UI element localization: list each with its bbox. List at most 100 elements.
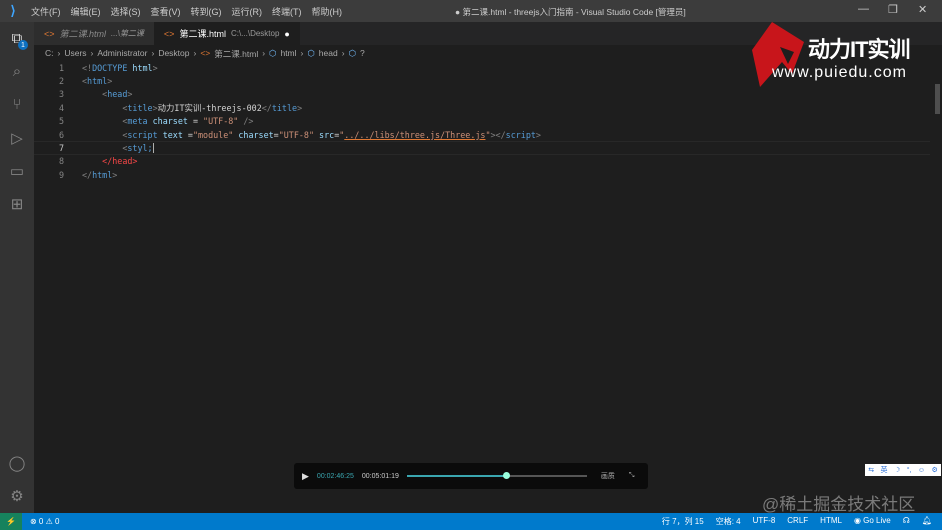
- juejin-watermark: @稀土掘金技术社区: [762, 495, 916, 514]
- window-title: ● 第二课.html - threejs入门指南 - Visual Studio…: [455, 7, 686, 17]
- code-line-current: 7 <styl;: [34, 141, 930, 155]
- progress-fill: [406, 475, 506, 477]
- script-src-link[interactable]: ../../libs/three.js/Three.js: [344, 130, 485, 140]
- html-file-icon: <>: [163, 28, 175, 39]
- progress-knob[interactable]: [502, 472, 510, 479]
- tab-desc: C:\...\Desktop: [230, 29, 280, 38]
- remote-explorer-icon[interactable]: ▭: [0, 154, 34, 187]
- problems-count[interactable]: ⊗ 0 ⚠ 0: [30, 517, 59, 526]
- go-live-button[interactable]: ◉ Go Live: [854, 516, 891, 527]
- element-icon: ⬡: [307, 48, 315, 58]
- tab-lesson2-folder[interactable]: <> 第二课.html ...\第二课: [34, 22, 154, 45]
- breadcrumb-item[interactable]: Administrator: [97, 48, 147, 60]
- menu-run[interactable]: 运行(R): [227, 5, 268, 18]
- breadcrumb-item[interactable]: C:: [45, 48, 54, 60]
- breadcrumb-item[interactable]: 第二课.html: [214, 48, 258, 60]
- minimize-button[interactable]: —: [858, 3, 869, 15]
- code-line: 5 <meta charset = "UTF-8" />: [34, 115, 930, 128]
- line-number: 9: [58, 169, 64, 180]
- broadcast-icon: ◉: [853, 516, 864, 525]
- script-type-value: "module": [192, 129, 234, 140]
- language-mode[interactable]: HTML: [820, 516, 842, 527]
- remote-icon[interactable]: ⚡: [0, 513, 22, 530]
- tab-label: 第二课.html: [179, 29, 226, 39]
- ime-settings-icon[interactable]: ⚙: [931, 466, 937, 474]
- menu-file[interactable]: 文件(F): [26, 5, 66, 18]
- line-number: 4: [58, 102, 64, 113]
- ime-punct-icon[interactable]: °,: [907, 467, 912, 474]
- tab-desc: ...\第二课: [111, 29, 144, 38]
- ime-toolbar: ⇆ 英 ☽ °, ☺ ⚙: [865, 464, 941, 476]
- indentation[interactable]: 空格: 4: [716, 516, 741, 527]
- play-icon[interactable]: ▶: [302, 471, 309, 482]
- line-number: 1: [58, 62, 64, 73]
- doctype-keyword: DOCTYPE: [92, 62, 128, 73]
- ime-lang[interactable]: 英: [881, 465, 888, 475]
- unsaved-dot-icon[interactable]: ●: [284, 29, 289, 39]
- line-number: 5: [58, 116, 64, 127]
- tab-lesson2-desktop[interactable]: <> 第二课.html C:\...\Desktop ●: [153, 22, 300, 45]
- menu-help[interactable]: 帮助(H): [307, 5, 348, 18]
- total-time: 00:05:01:19: [361, 472, 399, 480]
- breadcrumb-item[interactable]: html: [280, 48, 296, 60]
- ime-user-icon[interactable]: ☺: [918, 467, 925, 474]
- progress-slider[interactable]: [406, 472, 587, 479]
- breadcrumb-item[interactable]: head: [319, 48, 338, 60]
- menu-view[interactable]: 查看(V): [146, 5, 186, 18]
- feedback-icon[interactable]: ☊: [903, 516, 910, 527]
- activity-bar: ⧉ 1 ⌕ ⑂ ▷ ▭ ⊞ ◯ ⚙: [0, 22, 34, 513]
- code-line: 8 </head>: [34, 155, 930, 168]
- current-time: 00:02:46:25: [316, 472, 354, 480]
- settings-gear-icon[interactable]: ⚙: [0, 479, 34, 512]
- quality-select[interactable]: 画质: [601, 471, 615, 481]
- close-button[interactable]: ✕: [918, 3, 927, 16]
- code-line: 6 <script text ="module" charset="UTF-8"…: [34, 128, 930, 141]
- ime-switch-icon[interactable]: ⇆: [868, 466, 874, 474]
- explorer-icon[interactable]: ⧉ 1: [0, 22, 34, 55]
- html-file-icon: <>: [200, 48, 211, 58]
- video-player-controls: ▶ 00:02:46:25 00:05:01:19 画质 ⤡: [294, 463, 648, 489]
- cursor-position[interactable]: 行 7，列 15: [662, 516, 704, 527]
- status-bar: ⚡ ⊗ 0 ⚠ 0 行 7，列 15 空格: 4 UTF-8 CRLF HTML…: [0, 513, 942, 530]
- exit-fullscreen-icon[interactable]: ⤡: [629, 472, 635, 480]
- menu-edit[interactable]: 编辑(E): [66, 5, 106, 18]
- notifications-bell-icon[interactable]: 🔔︎: [922, 516, 932, 527]
- ime-moon-icon[interactable]: ☽: [894, 466, 900, 474]
- source-control-icon[interactable]: ⑂: [0, 88, 34, 121]
- typing-text: styl;: [127, 142, 153, 153]
- menu-go[interactable]: 转到(G): [186, 5, 227, 18]
- restore-button[interactable]: ❐: [888, 3, 898, 16]
- breadcrumb: C: › Users › Administrator › Desktop › <> 第二课…: [45, 48, 365, 60]
- title-text: 动力IT实训-threejs-002: [157, 102, 262, 113]
- line-number: 7: [58, 143, 64, 154]
- breadcrumb-item[interactable]: Users: [64, 48, 86, 60]
- line-number: 8: [58, 156, 64, 167]
- tab-label: 第二课.html: [59, 29, 107, 39]
- account-icon[interactable]: ◯: [0, 446, 34, 479]
- menu-terminal[interactable]: 终端(T): [267, 5, 307, 18]
- extensions-icon[interactable]: ⊞: [0, 187, 34, 220]
- html-file-icon: <>: [44, 28, 55, 39]
- meta-charset-value: "UTF-8": [203, 116, 239, 127]
- script-charset-value: "UTF-8": [278, 129, 314, 140]
- text-cursor: [152, 143, 154, 154]
- element-icon: ⬡: [269, 48, 277, 58]
- element-icon: ⬡: [348, 48, 356, 58]
- run-debug-icon[interactable]: ▷: [0, 121, 34, 154]
- doctype-value: html: [127, 62, 153, 73]
- watermark-url: www.puiedu.com: [772, 64, 907, 81]
- vscode-logo-icon: ⟩: [10, 3, 16, 18]
- menu-selection[interactable]: 选择(S): [106, 5, 146, 18]
- search-icon[interactable]: ⌕: [0, 55, 34, 88]
- watermark-brand: 动力IT实训: [808, 37, 911, 62]
- line-ending[interactable]: CRLF: [787, 516, 808, 527]
- puiedu-watermark: 动力IT实训 www.puiedu.com: [752, 22, 932, 92]
- breadcrumb-item[interactable]: ?: [360, 48, 365, 60]
- encoding[interactable]: UTF-8: [753, 516, 776, 527]
- line-number: 6: [58, 129, 64, 140]
- explorer-badge: 1: [18, 40, 28, 50]
- code-line: 9 </html>: [34, 168, 930, 181]
- minimap-scrollbar[interactable]: [935, 84, 940, 114]
- line-number: 3: [58, 89, 64, 100]
- breadcrumb-item[interactable]: Desktop: [158, 48, 189, 60]
